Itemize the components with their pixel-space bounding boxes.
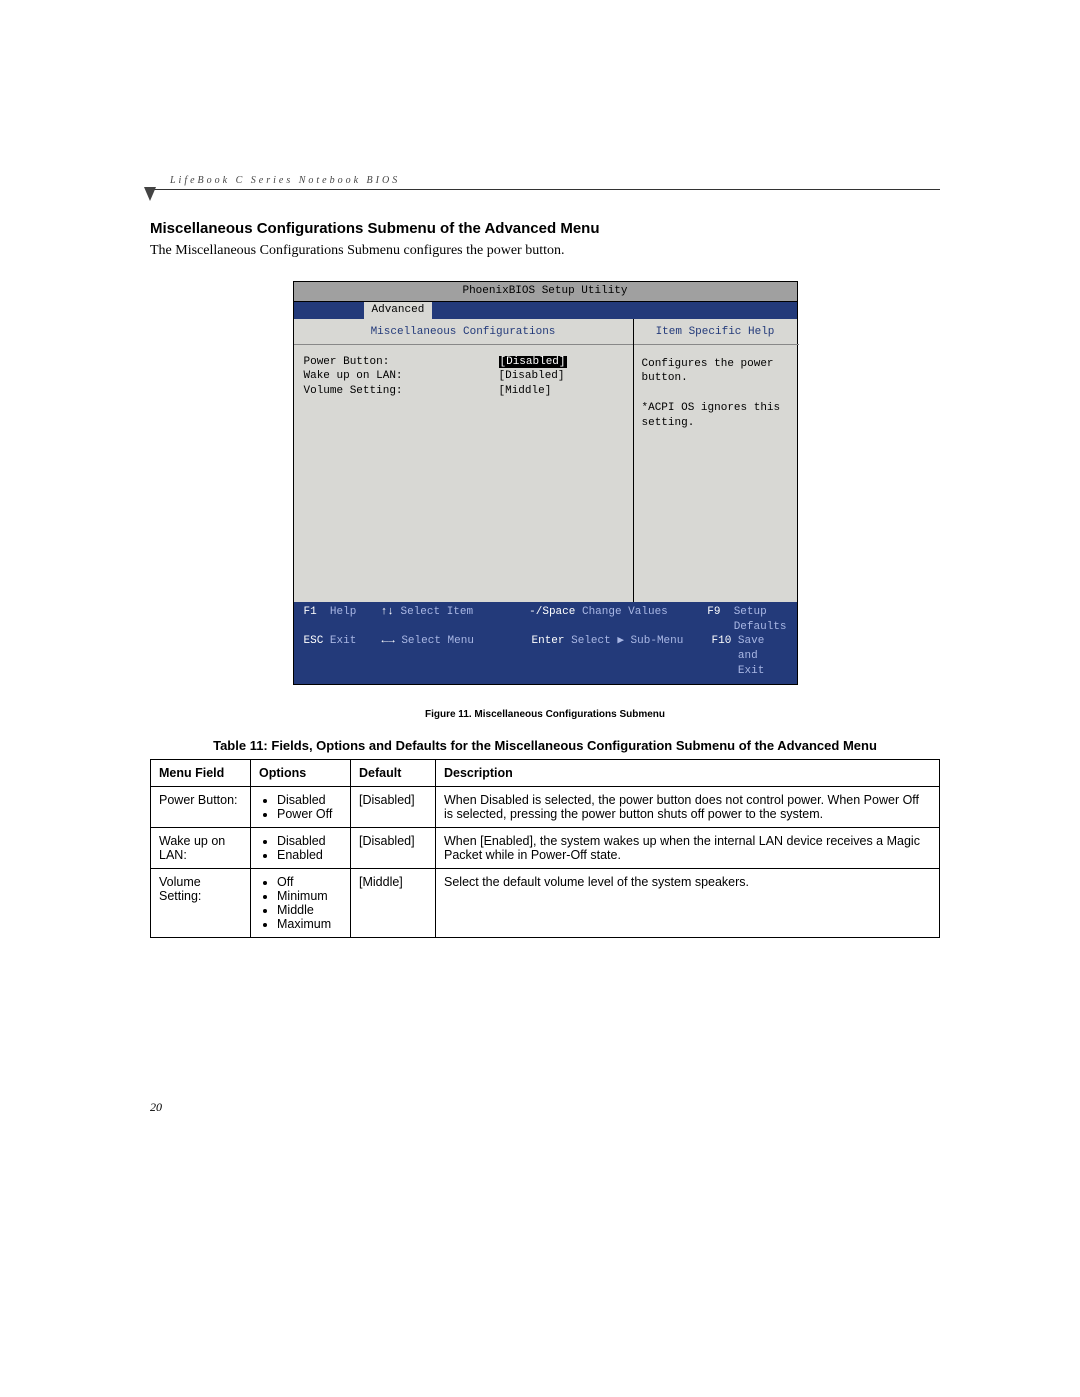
cell-field: Power Button: — [151, 786, 251, 827]
running-head: LifeBook C Series Notebook BIOS — [150, 175, 940, 190]
field-label: Volume Setting: — [304, 384, 499, 399]
bios-help-pane: Item Specific Help Configures the power … — [634, 319, 797, 602]
cell-default: [Middle] — [351, 868, 436, 937]
list-item: Maximum — [277, 917, 342, 931]
list-item: Disabled — [277, 834, 342, 848]
key-esc[interactable]: ESC — [304, 634, 324, 679]
page-number: 20 — [150, 1100, 162, 1115]
th-options: Options — [251, 759, 351, 786]
field-value-selected: [Disabled] — [499, 356, 567, 368]
cell-description: Select the default volume level of the s… — [436, 868, 940, 937]
bios-help-text: Configures the power button. *ACPI OS ig… — [642, 357, 789, 431]
table-row: Volume Setting: Off Minimum Middle Maxim… — [151, 868, 940, 937]
bios-field-volume-setting[interactable]: Volume Setting: [Middle] — [304, 384, 623, 399]
list-item: Off — [277, 875, 342, 889]
key-up-down[interactable]: ↑↓ — [381, 605, 394, 635]
bios-field-wake-on-lan[interactable]: Wake up on LAN: [Disabled] — [304, 369, 623, 384]
bios-titlebar: PhoenixBIOS Setup Utility — [294, 282, 797, 302]
cell-description: When [Enabled], the system wakes up when… — [436, 827, 940, 868]
th-menu-field: Menu Field — [151, 759, 251, 786]
key-f1[interactable]: F1 — [304, 605, 317, 635]
key-f10[interactable]: F10 — [712, 634, 732, 679]
figure-caption: Figure 11. Miscellaneous Configurations … — [150, 709, 940, 720]
key-label: Select Item — [401, 605, 474, 635]
bios-tab-advanced[interactable]: Advanced — [364, 302, 433, 319]
key-label: Help — [330, 605, 356, 635]
list-item: Minimum — [277, 889, 342, 903]
list-item: Middle — [277, 903, 342, 917]
list-item: Enabled — [277, 848, 342, 862]
key-label: Save and Exit — [738, 634, 787, 679]
table-caption: Table 11: Fields, Options and Defaults f… — [150, 738, 940, 753]
key-label: Setup Defaults — [734, 605, 787, 635]
field-label: Wake up on LAN: — [304, 369, 499, 384]
cell-field: Wake up on LAN: — [151, 827, 251, 868]
config-table: Menu Field Options Default Description P… — [150, 759, 940, 938]
th-default: Default — [351, 759, 436, 786]
table-row: Power Button: Disabled Power Off [Disabl… — [151, 786, 940, 827]
page-content: LifeBook C Series Notebook BIOS Miscella… — [150, 175, 940, 938]
bios-field-power-button[interactable]: Power Button: [Disabled] — [304, 355, 623, 370]
bios-footer: F1 Help ↑↓ Select Item -/Space Change Va… — [294, 602, 797, 684]
bios-window: PhoenixBIOS Setup Utility Advanced Misce… — [293, 281, 798, 685]
key-enter[interactable]: Enter — [532, 634, 565, 679]
key-f9[interactable]: F9 — [707, 605, 720, 635]
bios-left-pane: Miscellaneous Configurations Power Butto… — [294, 319, 634, 602]
bios-help-title: Item Specific Help — [642, 325, 789, 340]
key-left-right[interactable]: ←→ — [382, 634, 395, 679]
cell-default: [Disabled] — [351, 827, 436, 868]
key-label: Change Values — [582, 605, 668, 635]
field-value: [Middle] — [499, 384, 552, 399]
bios-tab-row: Advanced — [294, 302, 797, 319]
list-item: Power Off — [277, 807, 342, 821]
key-label: Select Menu — [401, 634, 474, 679]
cell-options: Disabled Power Off — [251, 786, 351, 827]
cell-options: Off Minimum Middle Maximum — [251, 868, 351, 937]
key-label: Exit — [330, 634, 356, 679]
running-head-text: LifeBook C Series Notebook BIOS — [170, 175, 400, 186]
divider — [294, 344, 633, 345]
field-label: Power Button: — [304, 355, 499, 370]
bios-submenu-title: Miscellaneous Configurations — [304, 325, 623, 340]
section-description: The Miscellaneous Configurations Submenu… — [150, 243, 940, 259]
cell-default: [Disabled] — [351, 786, 436, 827]
key-minus-space[interactable]: -/Space — [529, 605, 575, 635]
list-item: Disabled — [277, 793, 342, 807]
cell-options: Disabled Enabled — [251, 827, 351, 868]
field-value: [Disabled] — [499, 369, 565, 384]
bios-body: Miscellaneous Configurations Power Butto… — [294, 319, 797, 602]
divider — [632, 344, 799, 345]
header-triangle-icon — [144, 187, 156, 201]
section-title: Miscellaneous Configurations Submenu of … — [150, 220, 940, 237]
cell-description: When Disabled is selected, the power but… — [436, 786, 940, 827]
cell-field: Volume Setting: — [151, 868, 251, 937]
th-description: Description — [436, 759, 940, 786]
table-row: Wake up on LAN: Disabled Enabled [Disabl… — [151, 827, 940, 868]
key-label: Select ▶ Sub-Menu — [571, 634, 683, 679]
